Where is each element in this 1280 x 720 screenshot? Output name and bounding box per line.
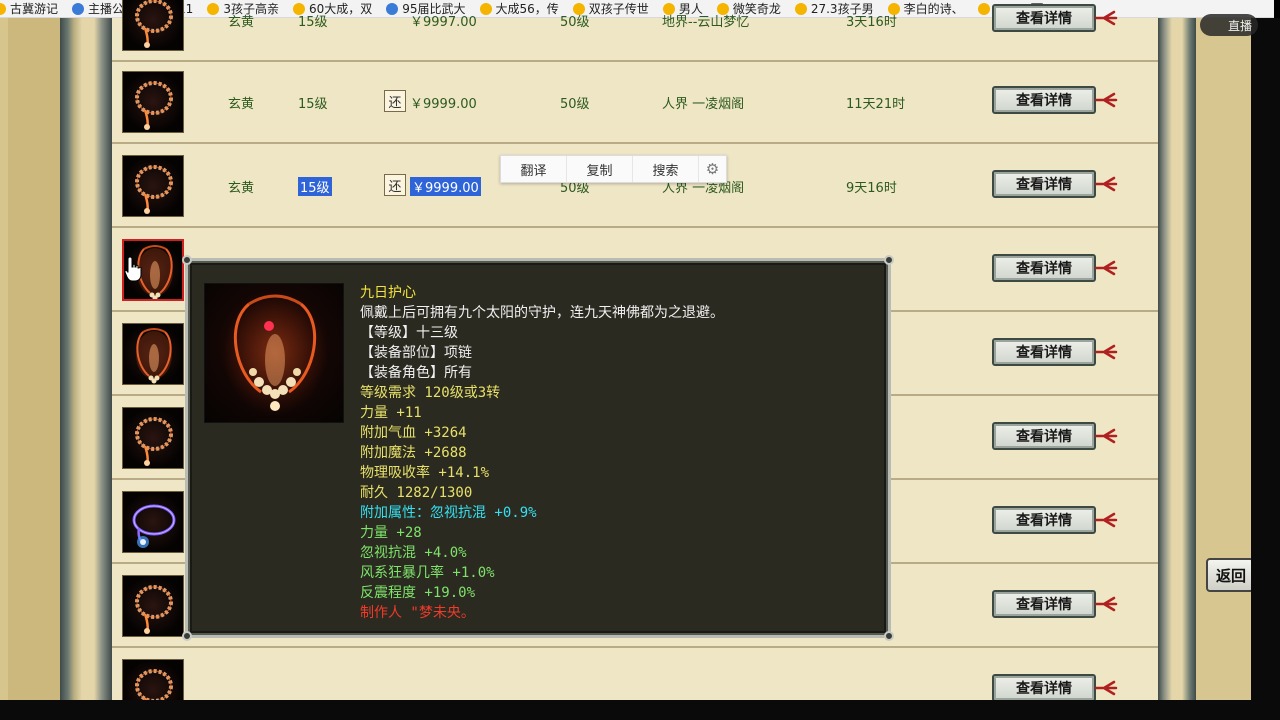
time-cell: 3天16时 (846, 15, 897, 30)
grade-cell: 玄黄 (228, 97, 255, 112)
tassel-icon (1094, 260, 1118, 276)
requirement-cell: 50级 (560, 97, 590, 112)
view-details-button[interactable]: 查看详情 (992, 422, 1096, 450)
tooltip-corner (884, 255, 894, 265)
grade-cell: 玄黄 (228, 15, 255, 30)
tassel-icon (1094, 10, 1118, 26)
price-cell: ￥9997.00 (410, 15, 477, 30)
stat-durability: 耐久 1282/1300 (360, 485, 473, 501)
stat-extra-attr: 附加属性：忽视抗混 +0.9% (360, 505, 537, 521)
bead-necklace-icon (135, 585, 173, 634)
price-cell: ￥9999.00 (410, 97, 477, 112)
search-button[interactable]: 搜索 (633, 156, 699, 182)
grade-cell: 玄黄 (228, 181, 255, 196)
level-cell: 15级 (298, 177, 332, 196)
tooltip-corner (182, 255, 192, 265)
level-cell: 15级 (298, 15, 328, 30)
sun-necklace-icon (136, 328, 172, 384)
view-details-button[interactable]: 查看详情 (992, 590, 1096, 618)
price-cell: ￥9999.00 (410, 177, 481, 196)
tassel-icon (1094, 92, 1118, 108)
screen: 古冀游记 主播公会服 11 3孩子高亲 60大成，双 95届比武大 大成56，传 双孩子传世男… (0, 0, 1280, 720)
live-badge: 直播 (1200, 14, 1258, 36)
item-thumbnail[interactable] (122, 323, 184, 385)
frame-left-border (60, 18, 112, 700)
view-details-button[interactable]: 查看详情 (992, 170, 1096, 198)
stat-absorb: 物理吸收率 +14.1% (360, 465, 490, 481)
bonus-ignore: 忽视抗混 +4.0% (360, 545, 467, 561)
tooltip-corner (884, 631, 894, 641)
translate-button[interactable]: 翻译 (501, 156, 567, 182)
tassel-icon (1094, 596, 1118, 612)
bonus-reflect: 反震程度 +19.0% (360, 585, 476, 601)
item-desc: 佩戴上后可拥有九个太阳的守护，连九天神佛都为之退避。 (360, 305, 724, 321)
bonus-wind: 风系狂暴几率 +1.0% (360, 565, 495, 581)
star-icon (0, 2, 6, 15)
live-badge-label: 直播 (1227, 18, 1252, 33)
item-name: 九日护心 (360, 285, 416, 301)
tassel-icon (1094, 344, 1118, 360)
level-cell: 15级 (298, 97, 328, 112)
hand-cursor-icon (124, 256, 142, 282)
bead-necklace-icon (135, 165, 173, 214)
item-thumbnail[interactable] (122, 155, 184, 217)
tooltip-corner (182, 631, 192, 641)
server-cell: 人界 一凌烟阁 (662, 97, 745, 112)
time-cell: 11天21时 (846, 97, 906, 112)
item-tooltip: 九日护心 佩戴上后可拥有九个太阳的守护，连九天神佛都为之退避。 【等级】十三级 … (182, 255, 894, 641)
time-cell: 9天16时 (846, 181, 897, 196)
item-thumbnail[interactable] (122, 491, 184, 553)
bookmark-label: 古冀游记 (10, 2, 59, 16)
right-black-bar (1251, 18, 1280, 720)
bead-necklace-icon (135, 417, 173, 466)
frame-right-border (1158, 18, 1196, 700)
view-details-button[interactable]: 查看详情 (992, 338, 1096, 366)
globe-icon (72, 2, 85, 15)
selection-context-toolbar: 翻译 复制 搜索 ⚙ (500, 155, 727, 183)
view-details-button[interactable]: 查看详情 (992, 86, 1096, 114)
view-details-button[interactable]: 查看详情 (992, 674, 1096, 702)
item-thumbnail[interactable] (122, 407, 184, 469)
return-button[interactable]: 返回 (1206, 558, 1254, 592)
bead-necklace-icon (135, 0, 173, 48)
copy-button[interactable]: 复制 (567, 156, 633, 182)
view-details-button[interactable]: 查看详情 (992, 506, 1096, 534)
return-tag: 还 (384, 174, 406, 196)
item-slot: 【装备部位】项链 (360, 345, 472, 361)
view-details-button[interactable]: 查看详情 (992, 254, 1096, 282)
bonus-strength: 力量 +28 (360, 525, 422, 541)
table-row: 玄黄 15级 还 ￥9999.00 50级 人界 一凌烟阁 11天21时 查看详情 (112, 60, 1158, 144)
tassel-icon (1094, 428, 1118, 444)
requirement-cell: 50级 (560, 15, 590, 30)
item-level: 【等级】十三级 (360, 325, 458, 341)
server-cell: 地界--云山梦忆 (662, 15, 750, 30)
tassel-icon (1094, 176, 1118, 192)
item-role: 【装备角色】所有 (360, 365, 472, 381)
item-requirement: 等级需求 120级或3转 (360, 385, 501, 401)
tassel-icon (1094, 680, 1118, 696)
view-details-button[interactable]: 查看详情 (992, 4, 1096, 32)
purple-necklace-icon (132, 504, 176, 548)
item-maker: 制作人 "梦未央。 (360, 605, 475, 621)
bead-necklace-icon (135, 81, 173, 130)
tassel-icon (1094, 512, 1118, 528)
item-thumbnail[interactable] (122, 575, 184, 637)
item-description: 九日护心 佩戴上后可拥有九个太阳的守护，连九天神佛都为之退避。 【等级】十三级 … (360, 283, 880, 623)
bookmark-item[interactable]: 古冀游记 (0, 0, 58, 17)
stat-strength: 力量 +11 (360, 405, 422, 421)
stat-mp: 附加魔法 +2688 (360, 445, 467, 461)
item-thumbnail[interactable] (122, 0, 184, 51)
settings-gear-icon[interactable]: ⚙ (699, 156, 726, 182)
right-panel (1196, 18, 1251, 700)
item-image (204, 283, 344, 423)
stat-hp: 附加气血 +3264 (360, 425, 467, 441)
table-row: 玄黄 15级 ￥9997.00 50级 地界--云山梦忆 3天16时 查看详情 (112, 0, 1158, 62)
game-window: 玄黄 15级 ￥9997.00 50级 地界--云山梦忆 3天16时 查看详情 玄黄 15级还 ￥… (8, 0, 1196, 720)
sun-necklace-icon (223, 292, 327, 416)
return-tag: 还 (384, 90, 406, 112)
left-edge (0, 18, 8, 700)
bottom-black-bar (0, 700, 1280, 720)
item-thumbnail[interactable] (122, 71, 184, 133)
